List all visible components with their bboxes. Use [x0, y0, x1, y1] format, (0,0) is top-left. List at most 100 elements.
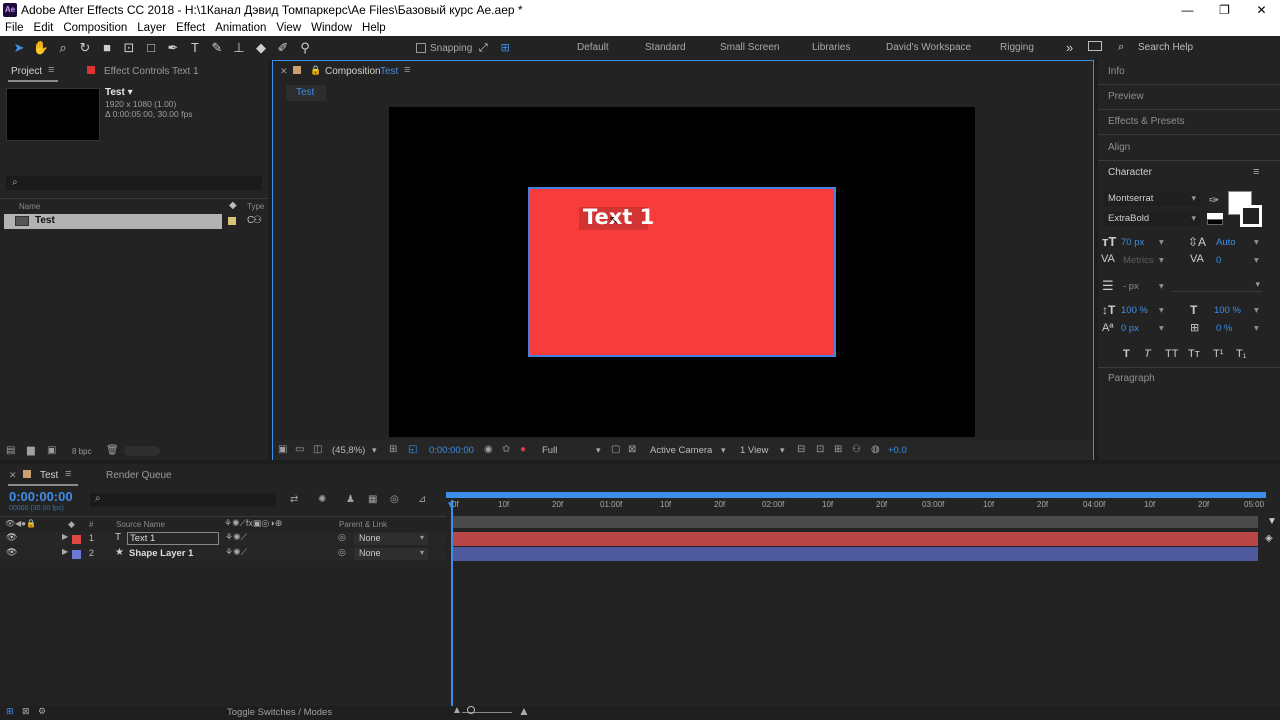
stroke-width-value[interactable]: - px	[1123, 281, 1139, 292]
interpret-footage-icon[interactable]: ▤	[6, 445, 15, 456]
layer-2-switches-icon[interactable]: ⚘✺⟋	[225, 547, 247, 558]
snap-grid-icon[interactable]: ⊞	[494, 37, 516, 59]
font-family-dropdown[interactable]: Montserrat ▾	[1104, 192, 1200, 206]
superscript-button[interactable]: T¹	[1213, 348, 1223, 360]
label-color-swatch[interactable]	[228, 217, 236, 225]
workspace-small-screen[interactable]: Small Screen	[720, 42, 779, 53]
menu-effect[interactable]: Effect	[171, 22, 210, 34]
rectangle-tool-icon[interactable]: □	[140, 37, 162, 59]
menu-composition[interactable]: Composition	[58, 22, 132, 34]
minimize-button[interactable]: —	[1169, 0, 1206, 20]
hand-tool-icon[interactable]: ✋	[30, 37, 52, 59]
delete-icon[interactable]: 🗑	[106, 445, 119, 456]
vertical-scale-value[interactable]: 100 %	[1121, 305, 1148, 316]
type-tool-icon[interactable]: T	[184, 37, 206, 59]
brush-tool-icon[interactable]: ✎	[206, 37, 228, 59]
snapping-checkbox[interactable]	[416, 43, 426, 53]
close-timeline-icon[interactable]: ✕	[9, 470, 17, 481]
layer-1-name[interactable]: Text 1	[127, 532, 219, 545]
menu-window[interactable]: Window	[306, 22, 357, 34]
tab-project[interactable]: Project	[11, 66, 42, 77]
layer-2-expand-icon[interactable]: ▶	[62, 547, 68, 556]
puppet-pin-tool-icon[interactable]: ⚲	[294, 37, 316, 59]
transfer-controls-pane-icon[interactable]: ⊠	[22, 706, 30, 717]
always-preview-icon[interactable]: ▣	[278, 444, 287, 455]
layer-1-visibility-icon[interactable]: 👁	[6, 532, 17, 543]
reset-exposure-icon[interactable]: ◍	[871, 444, 880, 455]
workspace-libraries[interactable]: Libraries	[812, 42, 850, 53]
timeline-icon[interactable]: ⊞	[834, 444, 842, 455]
thumbnail-slider[interactable]	[124, 446, 160, 456]
layer-switches-pane-icon[interactable]: ⊞	[6, 706, 14, 717]
tracking-chevron-icon[interactable]: ▾	[1254, 255, 1259, 266]
playhead-icon[interactable]: ▼	[446, 500, 456, 511]
label-column-icon[interactable]: ◆	[229, 200, 237, 211]
workspace-rigging[interactable]: Rigging	[1000, 42, 1034, 53]
stroke-style-dropdown[interactable]: ▾	[1172, 279, 1262, 292]
align-panel-header[interactable]: Align	[1108, 142, 1130, 153]
title-action-safe-icon[interactable]: ⊞	[389, 444, 397, 455]
time-ruler[interactable]: 0f 10f 20f 01:00f 10f 20f 02:00f 10f 20f…	[446, 498, 1266, 514]
close-button[interactable]: ✕	[1243, 0, 1280, 20]
draft-3d-icon[interactable]: ✺	[318, 494, 326, 505]
project-row-test[interactable]: Test	[4, 214, 222, 229]
show-snapshot-icon[interactable]: ✿	[502, 444, 510, 455]
panel-menu-icon[interactable]: ≡	[48, 64, 54, 76]
menu-edit[interactable]: Edit	[29, 22, 59, 34]
kerning-value[interactable]: Metrics	[1123, 255, 1154, 266]
font-style-dropdown[interactable]: ExtraBold ▾	[1104, 212, 1200, 226]
layer-1-label[interactable]	[72, 535, 81, 544]
project-item-name[interactable]: Test ▾	[105, 87, 133, 98]
stroke-color-swatch[interactable]	[1240, 205, 1262, 227]
current-time-indicator[interactable]	[451, 500, 453, 706]
maximize-button[interactable]: ❐	[1206, 0, 1243, 20]
zoom-slider-thumb[interactable]	[467, 706, 475, 714]
layer-1-pickwhip-icon[interactable]: ◎	[338, 532, 346, 543]
shape-layer-1-rectangle[interactable]	[528, 187, 836, 357]
menu-animation[interactable]: Animation	[210, 22, 271, 34]
snap-options-icon[interactable]: ⤢	[472, 37, 494, 59]
zoom-in-icon[interactable]: ▲	[518, 704, 530, 718]
vertical-scale-chevron-icon[interactable]: ▾	[1159, 305, 1164, 316]
composition-tab-name[interactable]: Test	[380, 66, 398, 77]
kerning-chevron-icon[interactable]: ▾	[1159, 255, 1164, 266]
project-search-input[interactable]: ⌕	[6, 176, 262, 190]
more-workspaces-icon[interactable]: »	[1066, 40, 1073, 55]
layer-2-duration-bar[interactable]	[452, 547, 1258, 561]
transparency-grid-icon[interactable]: ⊠	[628, 444, 636, 455]
lock-icon[interactable]: 🔒	[310, 65, 321, 76]
toggle-pixel-aspect-icon[interactable]: ⊟	[797, 444, 805, 455]
new-composition-icon[interactable]: ▣	[47, 445, 56, 456]
comp-panel-menu-icon[interactable]: ≡	[404, 64, 410, 76]
menu-view[interactable]: View	[271, 22, 306, 34]
tracking-value[interactable]: 0	[1216, 255, 1221, 266]
fast-previews-icon[interactable]: ⊡	[816, 444, 824, 455]
comp-button-icon[interactable]: ◈	[1265, 533, 1273, 544]
layer-2-visibility-icon[interactable]: 👁	[6, 547, 17, 558]
tsume-chevron-icon[interactable]: ▾	[1254, 323, 1259, 334]
display-icon[interactable]: ▭	[295, 444, 304, 455]
faux-italic-button[interactable]: T	[1144, 348, 1151, 360]
layer-row-1[interactable]: 👁 ▶ 1 T Text 1 ⚘✺⟋ ◎ None ▾	[0, 532, 446, 546]
motion-blur-icon[interactable]: ◎	[390, 494, 399, 505]
font-size-chevron-icon[interactable]: ▾	[1159, 237, 1164, 248]
pan-behind-tool-icon[interactable]: ⊡	[118, 37, 140, 59]
paragraph-panel-header[interactable]: Paragraph	[1108, 373, 1155, 384]
exposure-value[interactable]: +0.0	[888, 445, 907, 456]
layer-1-duration-bar[interactable]	[452, 532, 1258, 546]
frame-blending-icon[interactable]: ▦	[368, 494, 377, 505]
tsume-value[interactable]: 0 %	[1216, 323, 1232, 334]
zoom-out-icon[interactable]: ▲	[452, 705, 462, 716]
toggle-switches-modes-button[interactable]: Toggle Switches / Modes	[227, 707, 332, 718]
close-panel-icon[interactable]: ✕	[280, 66, 288, 77]
effects-presets-panel-header[interactable]: Effects & Presets	[1108, 116, 1185, 127]
timeline-tab-test[interactable]: Test	[40, 470, 58, 481]
region-of-interest-icon[interactable]: ▢	[611, 444, 620, 455]
character-menu-icon[interactable]: ≡	[1253, 166, 1259, 178]
channel-rgb-icon[interactable]: ●	[520, 444, 526, 455]
column-type[interactable]: Type	[247, 202, 264, 211]
workspace-davids[interactable]: David's Workspace	[886, 42, 971, 53]
flowchart-view-icon[interactable]: ⚇	[852, 444, 861, 455]
magnification-dropdown[interactable]: (45,8%)	[332, 445, 365, 456]
rotate-tool-icon[interactable]: ↻	[74, 37, 96, 59]
